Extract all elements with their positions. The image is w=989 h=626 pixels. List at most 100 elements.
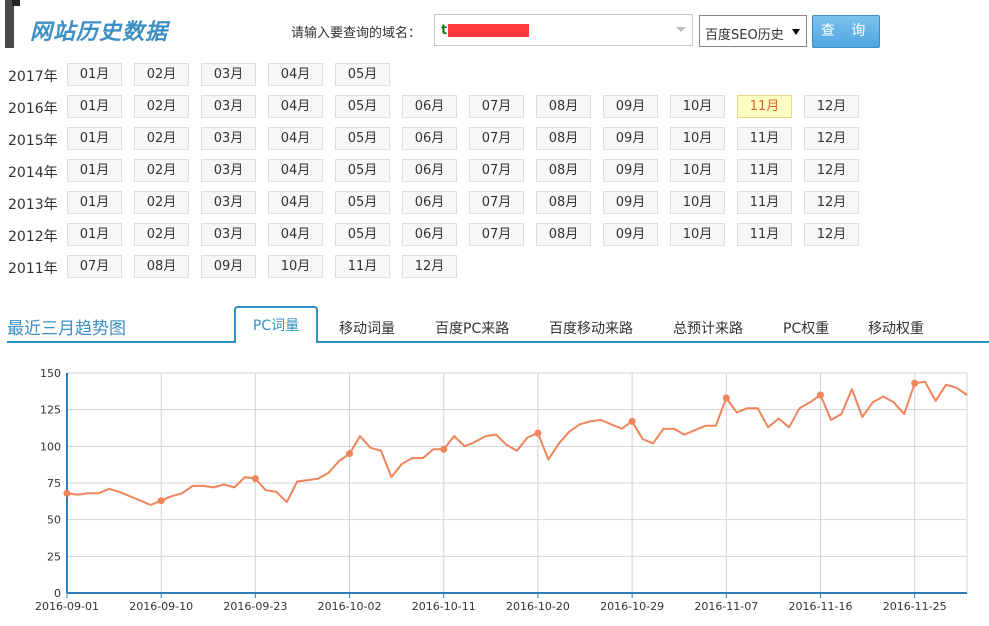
dropdown-arrow-icon <box>792 29 800 35</box>
year-label: 2017年 <box>8 69 58 85</box>
y-tick-label: 50 <box>47 514 61 527</box>
month-button[interactable]: 09月 <box>603 127 658 150</box>
month-button[interactable]: 08月 <box>134 255 189 278</box>
month-button[interactable]: 03月 <box>201 223 256 246</box>
month-button[interactable]: 05月 <box>335 63 390 86</box>
month-button[interactable]: 12月 <box>402 255 457 278</box>
month-button[interactable]: 03月 <box>201 63 256 86</box>
year-row: 2017年 01月 02月 03月 04月 05月 <box>0 63 989 87</box>
year-label: 2016年 <box>8 101 58 117</box>
month-button[interactable]: 06月 <box>402 159 457 182</box>
month-button[interactable]: 04月 <box>268 95 323 118</box>
month-button[interactable]: 09月 <box>603 191 658 214</box>
year-row: 2011年 07月 08月 09月 10月 11月 12月 <box>0 255 989 279</box>
month-button[interactable]: 12月 <box>804 223 859 246</box>
month-button[interactable]: 07月 <box>469 223 524 246</box>
month-button[interactable]: 01月 <box>67 223 122 246</box>
tab-mobile-keywords[interactable]: 移动词量 <box>339 318 395 338</box>
month-button[interactable]: 10月 <box>268 255 323 278</box>
x-tick-label: 2016-10-29 <box>600 600 664 613</box>
month-button[interactable]: 06月 <box>402 223 457 246</box>
tab-total-estimated-traffic[interactable]: 总预计来路 <box>673 318 743 338</box>
month-button[interactable]: 01月 <box>67 127 122 150</box>
month-button[interactable]: 05月 <box>335 95 390 118</box>
x-tick-label: 2016-11-07 <box>694 600 758 613</box>
month-button[interactable]: 09月 <box>603 223 658 246</box>
month-button[interactable]: 08月 <box>536 223 591 246</box>
month-button[interactable]: 10月 <box>670 127 725 150</box>
data-point <box>534 429 542 437</box>
month-button[interactable]: 04月 <box>268 127 323 150</box>
month-button[interactable]: 05月 <box>335 127 390 150</box>
y-tick-label: 75 <box>47 477 61 490</box>
header-accent-bar <box>5 0 14 48</box>
query-button[interactable]: 查 询 <box>812 15 880 48</box>
month-button[interactable]: 10月 <box>670 159 725 182</box>
month-button[interactable]: 11月 <box>737 191 792 214</box>
month-button[interactable]: 12月 <box>804 191 859 214</box>
month-button[interactable]: 08月 <box>536 127 591 150</box>
tab-pc-keywords[interactable]: PC词量 <box>234 306 318 343</box>
month-button[interactable]: 12月 <box>804 127 859 150</box>
tab-mobile-weight[interactable]: 移动权重 <box>868 318 924 338</box>
month-button[interactable]: 07月 <box>67 255 122 278</box>
month-button[interactable]: 07月 <box>469 127 524 150</box>
month-button[interactable]: 10月 <box>670 95 725 118</box>
series-line <box>66 380 968 506</box>
chevron-down-icon[interactable] <box>676 27 686 32</box>
x-tick-label: 2016-10-02 <box>318 600 382 613</box>
month-button[interactable]: 03月 <box>201 159 256 182</box>
month-button[interactable]: 09月 <box>603 95 658 118</box>
tab-baidu-pc-traffic[interactable]: 百度PC来路 <box>435 318 509 338</box>
month-button[interactable]: 09月 <box>603 159 658 182</box>
month-button[interactable]: 04月 <box>268 223 323 246</box>
month-button[interactable]: 11月 <box>737 127 792 150</box>
history-type-select[interactable]: 百度SEO历史 <box>699 15 807 47</box>
month-button[interactable]: 08月 <box>536 95 591 118</box>
month-button[interactable]: 05月 <box>335 191 390 214</box>
month-button[interactable]: 01月 <box>67 159 122 182</box>
tab-pc-weight[interactable]: PC权重 <box>783 318 829 338</box>
month-button[interactable]: 01月 <box>67 63 122 86</box>
month-button[interactable]: 05月 <box>335 223 390 246</box>
month-button[interactable]: 04月 <box>268 159 323 182</box>
month-button[interactable]: 06月 <box>402 127 457 150</box>
month-button[interactable]: 05月 <box>335 159 390 182</box>
month-button[interactable]: 09月 <box>201 255 256 278</box>
y-tick-label: 125 <box>40 404 61 417</box>
month-button[interactable]: 10月 <box>670 191 725 214</box>
month-button[interactable]: 02月 <box>134 95 189 118</box>
month-button[interactable]: 01月 <box>67 191 122 214</box>
month-button[interactable]: 11月 <box>737 95 792 118</box>
x-tick-label: 2016-11-25 <box>883 600 947 613</box>
month-button[interactable]: 07月 <box>469 95 524 118</box>
month-button[interactable]: 02月 <box>134 127 189 150</box>
month-button[interactable]: 11月 <box>737 223 792 246</box>
redaction-mark <box>448 24 529 37</box>
month-button[interactable]: 03月 <box>201 127 256 150</box>
month-button[interactable]: 11月 <box>335 255 390 278</box>
history-type-value: 百度SEO历史 <box>705 28 784 43</box>
month-button[interactable]: 04月 <box>268 191 323 214</box>
month-button[interactable]: 07月 <box>469 191 524 214</box>
month-button[interactable]: 06月 <box>402 95 457 118</box>
month-button[interactable]: 11月 <box>737 159 792 182</box>
month-button[interactable]: 02月 <box>134 63 189 86</box>
month-button[interactable]: 02月 <box>134 159 189 182</box>
month-button[interactable]: 06月 <box>402 191 457 214</box>
domain-combobox[interactable] <box>434 14 693 46</box>
month-button[interactable]: 08月 <box>536 191 591 214</box>
month-button[interactable]: 02月 <box>134 223 189 246</box>
tab-baidu-mobile-traffic[interactable]: 百度移动来路 <box>549 318 633 338</box>
month-button[interactable]: 08月 <box>536 159 591 182</box>
month-button[interactable]: 04月 <box>268 63 323 86</box>
month-button[interactable]: 12月 <box>804 159 859 182</box>
month-button[interactable]: 03月 <box>201 95 256 118</box>
month-button[interactable]: 10月 <box>670 223 725 246</box>
year-label: 2014年 <box>8 165 58 181</box>
month-button[interactable]: 01月 <box>67 95 122 118</box>
month-button[interactable]: 02月 <box>134 191 189 214</box>
month-button[interactable]: 07月 <box>469 159 524 182</box>
month-button[interactable]: 03月 <box>201 191 256 214</box>
month-button[interactable]: 12月 <box>804 95 859 118</box>
